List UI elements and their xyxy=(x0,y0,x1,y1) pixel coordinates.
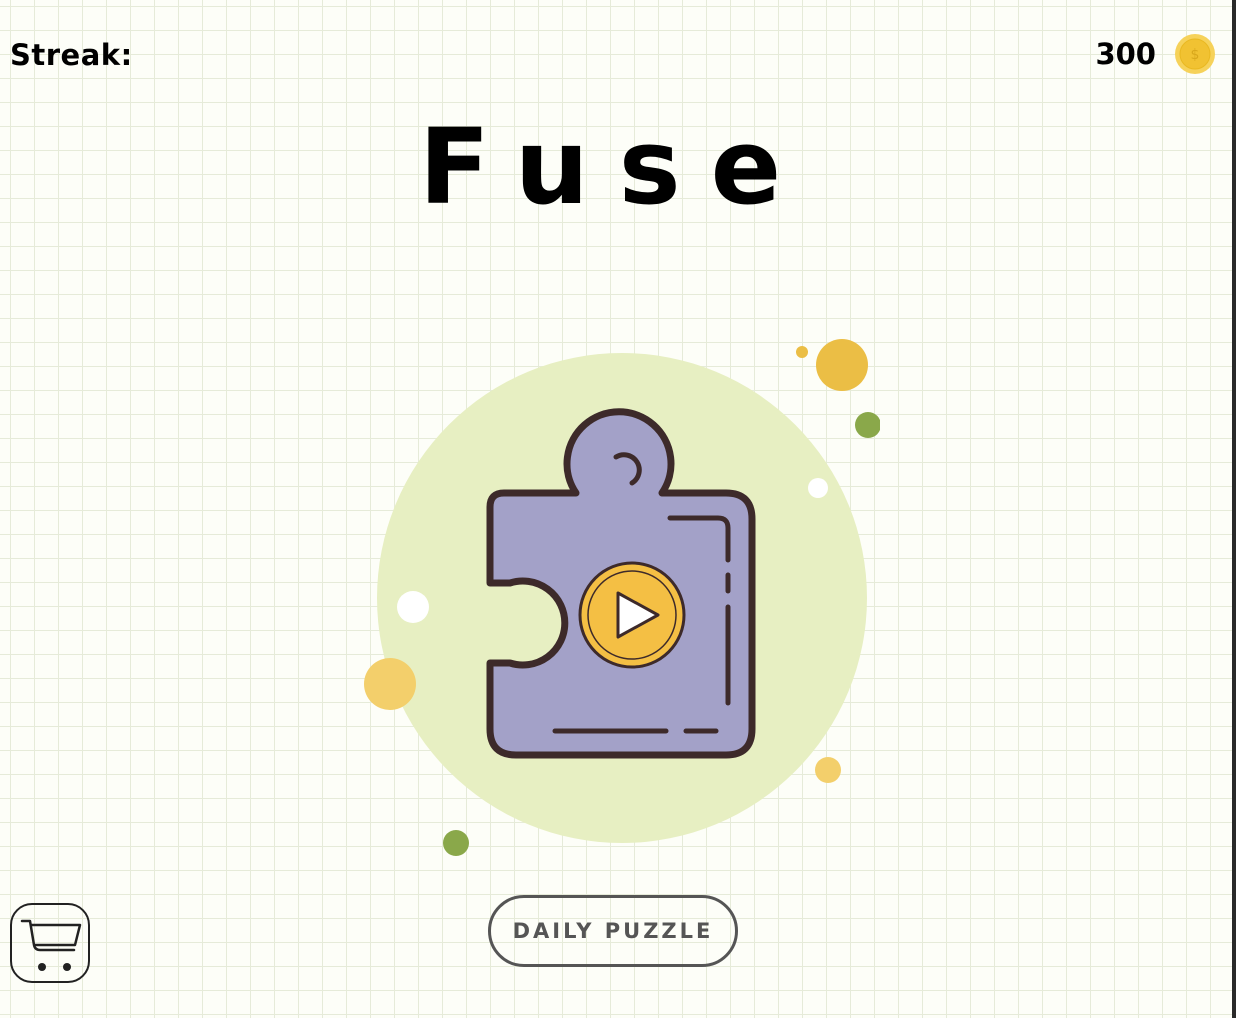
daily-puzzle-button[interactable]: DAILY PUZZLE xyxy=(488,895,738,967)
deco-dot xyxy=(364,658,416,710)
deco-dot xyxy=(815,757,841,783)
deco-dot xyxy=(397,591,429,623)
deco-dot xyxy=(816,339,868,391)
svg-text:$: $ xyxy=(1191,47,1200,63)
play-button[interactable] xyxy=(360,335,880,865)
game-title: Fuse xyxy=(418,106,812,228)
deco-dot xyxy=(808,478,828,498)
deco-dot xyxy=(796,346,808,358)
shop-button[interactable] xyxy=(10,903,90,983)
deco-dot xyxy=(855,412,880,438)
streak-label: Streak: xyxy=(10,38,133,72)
coin-count: 300 xyxy=(1095,37,1156,71)
play-icon xyxy=(578,561,686,669)
coin-icon: $ xyxy=(1175,34,1215,74)
shopping-cart-icon xyxy=(20,919,82,971)
deco-dot xyxy=(443,830,469,856)
coin-balance: 300 $ xyxy=(1095,33,1216,75)
